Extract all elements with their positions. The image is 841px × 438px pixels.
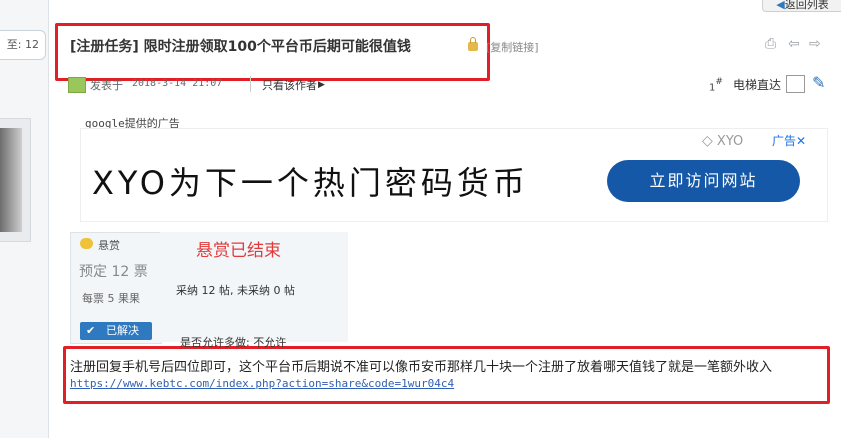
post-timestamp: 2018-3-14 21:07 <box>132 78 223 89</box>
ad-headline[interactable]: XYO为下一个热门密码货币 <box>92 158 529 204</box>
solved-badge: ✔ 已解决 <box>80 322 152 340</box>
content-highlight-box <box>63 346 830 404</box>
ad-logo: ◇ XYO <box>702 133 743 149</box>
close-icon[interactable]: ✕ <box>796 134 806 148</box>
thread-title: [注册任务] 限时注册领取100个平台币后期可能很值钱 <box>70 39 411 55</box>
ad-tag: 广告 <box>772 134 797 148</box>
bounty-label: 悬赏 <box>98 239 120 252</box>
floor-mark: # <box>715 77 723 87</box>
only-author-link[interactable]: 只看该作者 <box>262 77 317 93</box>
prev-icon[interactable]: ⇦ <box>788 36 800 52</box>
bounty-amount: 预定 12 票 <box>79 264 148 280</box>
avatar[interactable] <box>0 128 22 232</box>
floor-jump-tab[interactable]: 至: 12 <box>0 30 46 60</box>
back-label: 返回列表 <box>784 0 829 11</box>
posted-prefix: 发表于 <box>90 79 123 92</box>
meta-divider <box>250 76 251 92</box>
copy-link[interactable]: [复制链接] <box>486 39 539 55</box>
ad-cta-button[interactable]: 立即访问网站 <box>607 160 800 202</box>
lock-icon <box>468 37 478 51</box>
ad-logo-text: XYO <box>716 134 744 149</box>
post-body-text: 注册回复手机号后四位即可，这个平台币后期说不准可以像币安币那样几十块一个注册了放… <box>70 360 773 375</box>
coin-icon <box>80 238 93 249</box>
elevator-label: 电梯直达 <box>733 78 782 92</box>
user-icon <box>68 77 86 93</box>
check-icon: ✔ <box>86 324 96 337</box>
floor-number: 1# <box>709 77 723 94</box>
bounty-ended-status: 悬赏已结束 <box>196 241 281 261</box>
pencil-icon[interactable]: ✎ <box>812 73 825 92</box>
solved-label: 已解决 <box>106 324 139 337</box>
ad-choices[interactable]: 广告✕ <box>772 132 806 149</box>
back-to-list-button[interactable]: ◀返回列表 <box>762 0 841 12</box>
back-arrow-icon: ◀ <box>776 0 785 11</box>
print-icon[interactable]: ⎙ <box>765 36 776 52</box>
ad-logo-mark-icon: ◇ <box>702 133 713 149</box>
referral-link[interactable]: https://www.kebtc.com/index.php?action=s… <box>70 377 454 390</box>
next-icon[interactable]: ⇨ <box>809 36 821 52</box>
multi-submission-rule: 是否允许多做: 不允许 <box>180 336 287 349</box>
adoption-stats: 采纳 12 帖, 未采纳 0 帖 <box>176 284 295 297</box>
arrow-right-icon: ▶ <box>318 80 325 90</box>
floor-jump-input[interactable] <box>786 75 805 93</box>
bounty-per-vote: 每票 5 果果 <box>82 292 140 305</box>
